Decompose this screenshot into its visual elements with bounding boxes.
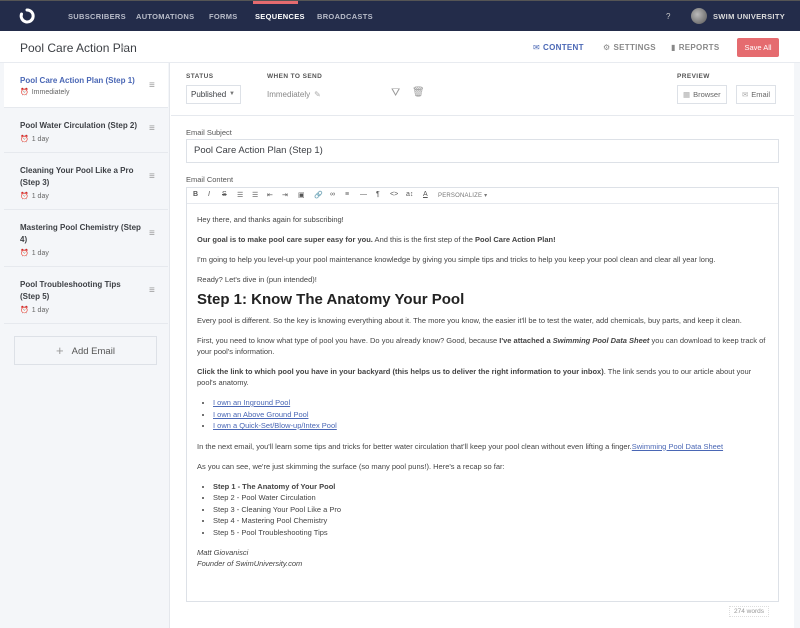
bullet-list-button[interactable]: ☰: [237, 191, 243, 199]
nav-forms[interactable]: FORMS: [209, 12, 238, 21]
edit-title-pencil-icon[interactable]: ✎: [121, 44, 128, 53]
drag-handle-icon[interactable]: ≡: [149, 123, 155, 134]
email-content-label: Email Content: [186, 175, 234, 184]
nav-subscribers[interactable]: SUBSCRIBERS: [68, 12, 126, 21]
nav-broadcasts[interactable]: BROADCASTS: [317, 12, 373, 21]
nav-sequences[interactable]: SEQUENCES: [255, 12, 305, 21]
envelope-icon: ✉: [742, 90, 749, 99]
filter-icon[interactable]: ⛛: [391, 87, 400, 100]
caret-down-icon: ▼: [229, 91, 235, 97]
drag-handle-icon[interactable]: ≡: [149, 171, 155, 182]
pool-type-links: I own an Inground Pool I own an Above Gr…: [213, 397, 772, 432]
outdent-button[interactable]: ⇤: [267, 191, 273, 199]
drag-handle-icon[interactable]: ≡: [149, 228, 155, 239]
preview-label: PREVIEW: [677, 73, 710, 80]
text-color-button[interactable]: A: [423, 191, 428, 198]
gear-icon: ⚙: [603, 43, 611, 52]
email-body[interactable]: Hey there, and thanks again for subscrib…: [197, 214, 772, 569]
clock-icon: ⏰: [20, 136, 29, 143]
unlink-button[interactable]: ∞: [330, 191, 335, 198]
tab-settings[interactable]: ⚙ SETTINGS: [603, 43, 656, 52]
signature-name: Matt Giovanisci: [197, 548, 249, 557]
numbered-list-button[interactable]: ☰: [252, 191, 258, 199]
email-subject-input[interactable]: Pool Care Action Plan (Step 1): [186, 139, 779, 163]
bold-button[interactable]: B: [193, 191, 198, 198]
sidebar-email-step-4[interactable]: Mastering Pool Chemistry (Step 4) ⏰ 1 day…: [4, 210, 168, 267]
clock-icon: ⏰: [20, 250, 29, 257]
quick-set-pool-link[interactable]: I own a Quick-Set/Blow-up/Intex Pool: [213, 421, 337, 430]
preview-browser-button[interactable]: ▦ Browser: [677, 85, 727, 104]
plus-icon: +: [56, 343, 64, 358]
image-button[interactable]: ▣: [298, 191, 305, 199]
sidebar-email-step-3[interactable]: Cleaning Your Pool Like a Pro (Step 3) ⏰…: [4, 153, 168, 210]
italic-button[interactable]: I: [208, 191, 210, 198]
page-scrollbar[interactable]: [794, 63, 800, 628]
indent-button[interactable]: ⇥: [282, 191, 288, 199]
save-all-button[interactable]: Save All: [737, 38, 779, 57]
tab-content[interactable]: ✉ CONTENT: [533, 43, 584, 52]
sequence-header: Pool Care Action Plan ✎ ✉ CONTENT ⚙ SETTIN…: [0, 31, 800, 63]
sequence-title: Pool Care Action Plan: [20, 41, 137, 55]
trash-icon[interactable]: 🗑: [412, 87, 425, 98]
drag-handle-icon[interactable]: ≡: [149, 285, 155, 296]
when-to-send-value[interactable]: Immediately ✎: [267, 90, 321, 99]
preview-email-button[interactable]: ✉ Email: [736, 85, 777, 104]
email-subject-label: Email Subject: [186, 128, 232, 137]
clock-icon: ⏰: [20, 89, 29, 96]
edit-pencil-icon: ✎: [314, 90, 321, 99]
help-button[interactable]: ?: [666, 12, 670, 21]
recap-list: Step 1 - The Anatomy of Your Pool Step 2…: [213, 481, 772, 539]
signature-title: Founder of SwimUniversity.com: [197, 559, 303, 568]
paragraph-button[interactable]: ¶: [376, 191, 380, 198]
add-email-button[interactable]: + Add Email: [14, 336, 157, 365]
drag-handle-icon[interactable]: ≡: [149, 80, 155, 91]
strikethrough-button[interactable]: S: [222, 191, 227, 198]
horizontal-rule-button[interactable]: —: [360, 191, 367, 198]
link-button[interactable]: 🔗: [314, 191, 323, 199]
top-nav: SUBSCRIBERS AUTOMATIONS FORMS SEQUENCES …: [0, 0, 800, 31]
code-button[interactable]: <>: [390, 191, 398, 198]
align-button[interactable]: ≡: [345, 191, 349, 198]
inground-pool-link[interactable]: I own an Inground Pool: [213, 398, 290, 407]
editor-toolbar: B I S ☰ ☰ ⇤ ⇥ ▣ 🔗 ∞ ≡ — ¶ <> a↕ A PERSON…: [187, 188, 778, 204]
sidebar-email-step-1[interactable]: Pool Care Action Plan (Step 1) ⏰ Immediat…: [4, 63, 168, 108]
personalize-dropdown[interactable]: PERSONALIZE ▾: [438, 192, 487, 199]
above-ground-pool-link[interactable]: I own an Above Ground Pool: [213, 410, 308, 419]
tab-reports[interactable]: ▮ REPORTS: [671, 43, 719, 52]
nav-automations[interactable]: AUTOMATIONS: [136, 12, 194, 21]
email-editor-panel: STATUS Published ▼ WHEN TO SEND Immediate…: [171, 63, 800, 628]
avatar[interactable]: [691, 8, 707, 24]
envelope-icon: ✉: [533, 43, 541, 52]
browser-icon: ▦: [683, 90, 691, 99]
email-settings-row: STATUS Published ▼ WHEN TO SEND Immediate…: [171, 63, 800, 116]
clock-icon: ⏰: [20, 193, 29, 200]
logo-icon[interactable]: [18, 7, 36, 25]
when-to-send-label: WHEN TO SEND: [267, 73, 323, 80]
sidebar-email-step-2[interactable]: Pool Water Circulation (Step 2) ⏰ 1 day ≡: [4, 108, 168, 153]
font-size-button[interactable]: a↕: [406, 191, 413, 198]
email-content-editor[interactable]: B I S ☰ ☰ ⇤ ⇥ ▣ 🔗 ∞ ≡ — ¶ <> a↕ A PERSON…: [186, 187, 779, 602]
clock-icon: ⏰: [20, 307, 29, 314]
active-nav-indicator: [253, 1, 298, 4]
status-select[interactable]: Published ▼: [186, 85, 241, 104]
status-label: STATUS: [186, 73, 214, 80]
sidebar-email-step-5[interactable]: Pool Troubleshooting Tips (Step 5) ⏰ 1 da…: [4, 267, 168, 324]
word-count: 274 words: [729, 606, 769, 617]
data-sheet-link[interactable]: Swimming Pool Data Sheet: [632, 442, 723, 451]
email-heading: Step 1: Know The Anatomy Your Pool: [197, 291, 465, 308]
account-name[interactable]: SWIM UNIVERSITY: [713, 12, 785, 21]
bar-chart-icon: ▮: [671, 43, 676, 52]
email-list-sidebar: Pool Care Action Plan (Step 1) ⏰ Immediat…: [0, 63, 170, 628]
